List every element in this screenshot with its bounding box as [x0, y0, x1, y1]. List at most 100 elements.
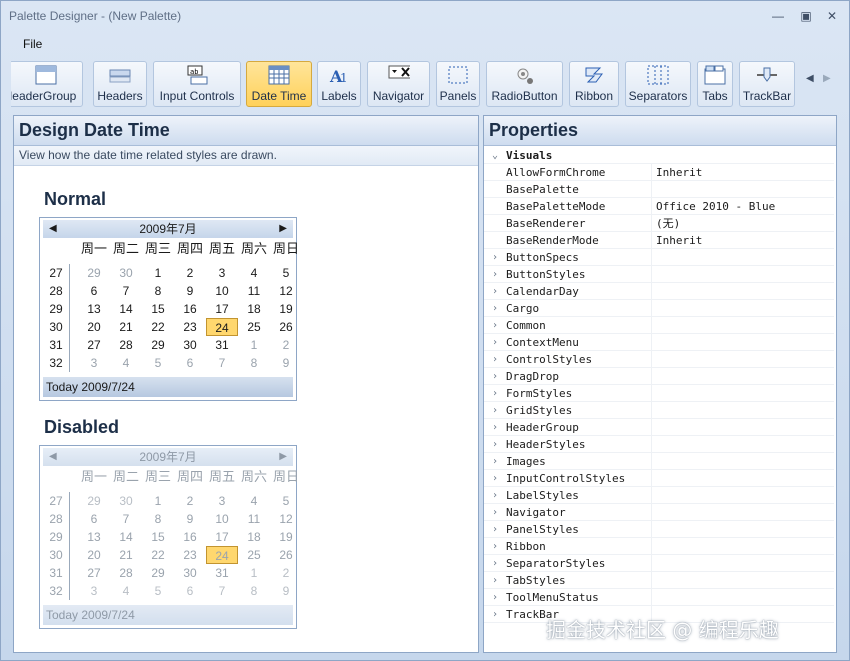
calendar-day[interactable]: 29: [78, 264, 110, 282]
expand-icon[interactable]: ›: [484, 575, 506, 586]
property-row[interactable]: BaseRenderer (无): [484, 214, 834, 232]
property-row[interactable]: › GridStyles: [484, 401, 834, 419]
tab-headergroup[interactable]: HeaderGroup: [11, 61, 83, 107]
calendar-day[interactable]: 1: [142, 264, 174, 282]
calendar-day[interactable]: 7: [110, 282, 142, 300]
scroll-right-icon[interactable]: ▶: [823, 73, 831, 84]
expand-icon[interactable]: ›: [484, 609, 506, 620]
property-value[interactable]: [651, 469, 834, 487]
expand-icon[interactable]: ›: [484, 490, 506, 501]
property-value[interactable]: [651, 316, 834, 334]
property-row[interactable]: BaseRenderMode Inherit: [484, 231, 834, 249]
calendar-day[interactable]: 27: [78, 336, 110, 354]
tab-input-controls[interactable]: ab Input Controls: [153, 61, 241, 107]
tab-date-time[interactable]: Date Time: [246, 61, 312, 107]
tab-navigator[interactable]: Navigator: [367, 61, 430, 107]
calendar-day[interactable]: 4: [110, 354, 142, 372]
property-value[interactable]: [651, 299, 834, 317]
tab-separators[interactable]: Separators: [625, 61, 691, 107]
property-row[interactable]: › ButtonStyles: [484, 265, 834, 283]
expand-icon[interactable]: ›: [484, 337, 506, 348]
property-row[interactable]: › DragDrop: [484, 367, 834, 385]
calendar-day[interactable]: 15: [142, 300, 174, 318]
expand-icon[interactable]: ›: [484, 371, 506, 382]
calendar-day[interactable]: 2: [174, 264, 206, 282]
property-value[interactable]: [651, 265, 834, 283]
property-row[interactable]: › FormStyles: [484, 384, 834, 402]
property-value[interactable]: [651, 350, 834, 368]
property-row[interactable]: › ToolMenuStatus: [484, 588, 834, 606]
normal-calendar[interactable]: ◀ 2009年7月 ▶ 周一 周二 周三 周四 周五 周六 周日 27 28 29 30 31 32 29 30 1…: [39, 217, 299, 401]
property-row[interactable]: › Common: [484, 316, 834, 334]
expand-icon[interactable]: ›: [484, 558, 506, 569]
expand-icon[interactable]: ›: [484, 252, 506, 263]
expand-icon[interactable]: ›: [484, 422, 506, 433]
property-row[interactable]: › LabelStyles: [484, 486, 834, 504]
property-value[interactable]: (无): [651, 214, 834, 232]
property-row[interactable]: › ButtonSpecs: [484, 248, 834, 266]
property-value[interactable]: [651, 520, 834, 538]
property-row[interactable]: › Cargo: [484, 299, 834, 317]
expand-icon[interactable]: ›: [484, 269, 506, 280]
calendar-day[interactable]: 14: [110, 300, 142, 318]
property-category[interactable]: ⌄ Visuals: [484, 147, 834, 164]
property-value[interactable]: Office 2010 - Blue: [651, 197, 834, 215]
tab-tabs[interactable]: Tabs: [697, 61, 733, 107]
property-row[interactable]: BasePaletteMode Office 2010 - Blue: [484, 197, 834, 215]
property-value[interactable]: [651, 401, 834, 419]
close-icon[interactable]: ✕: [823, 8, 841, 24]
property-row[interactable]: › ContextMenu: [484, 333, 834, 351]
calendar-day[interactable]: 5: [142, 354, 174, 372]
tab-headers[interactable]: Headers: [93, 61, 147, 107]
expand-icon[interactable]: ›: [484, 507, 506, 518]
calendar-day[interactable]: 17: [206, 300, 238, 318]
tab-labels[interactable]: A1 Labels: [317, 61, 361, 107]
collapse-icon[interactable]: ⌄: [484, 150, 506, 161]
calendar-day[interactable]: 20: [78, 318, 110, 336]
property-row[interactable]: › HeaderGroup: [484, 418, 834, 436]
property-value[interactable]: [651, 282, 834, 300]
calendar-day[interactable]: 6: [78, 282, 110, 300]
property-row[interactable]: › HeaderStyles: [484, 435, 834, 453]
calendar-day[interactable]: 8: [142, 282, 174, 300]
calendar-day[interactable]: 28: [110, 336, 142, 354]
calendar-day[interactable]: 30: [110, 264, 142, 282]
calendar-day[interactable]: 3: [78, 354, 110, 372]
tab-panels[interactable]: Panels: [436, 61, 480, 107]
property-value[interactable]: [651, 537, 834, 555]
calendar-day[interactable]: 8: [238, 354, 270, 372]
property-value[interactable]: [651, 418, 834, 436]
property-value[interactable]: [651, 435, 834, 453]
calendar-day[interactable]: 29: [142, 336, 174, 354]
property-value[interactable]: [651, 367, 834, 385]
calendar-day[interactable]: 2: [270, 336, 302, 354]
calendar-day[interactable]: 31: [206, 336, 238, 354]
property-value[interactable]: [651, 452, 834, 470]
calendar-day[interactable]: 6: [174, 354, 206, 372]
property-row[interactable]: BasePalette: [484, 180, 834, 198]
property-value[interactable]: [651, 333, 834, 351]
calendar-day[interactable]: 5: [270, 264, 302, 282]
minimize-icon[interactable]: —: [769, 8, 787, 24]
calendar-day[interactable]: 22: [142, 318, 174, 336]
property-row[interactable]: › TabStyles: [484, 571, 834, 589]
expand-icon[interactable]: ›: [484, 524, 506, 535]
expand-icon[interactable]: ›: [484, 541, 506, 552]
calendar-day[interactable]: 13: [78, 300, 110, 318]
expand-icon[interactable]: ›: [484, 456, 506, 467]
property-value[interactable]: [651, 588, 834, 606]
calendar-day[interactable]: 7: [206, 354, 238, 372]
property-value[interactable]: [651, 180, 834, 198]
today-footer[interactable]: Today 2009/7/24: [43, 377, 293, 397]
restore-icon[interactable]: ▣: [797, 8, 815, 24]
calendar-day[interactable]: 11: [238, 282, 270, 300]
property-row[interactable]: › Images: [484, 452, 834, 470]
expand-icon[interactable]: ›: [484, 388, 506, 399]
property-row[interactable]: › CalendarDay: [484, 282, 834, 300]
calendar-day[interactable]: 18: [238, 300, 270, 318]
expand-icon[interactable]: ›: [484, 354, 506, 365]
expand-icon[interactable]: ›: [484, 439, 506, 450]
calendar-day[interactable]: 26: [270, 318, 302, 336]
property-value[interactable]: [651, 486, 834, 504]
calendar-day[interactable]: 12: [270, 282, 302, 300]
